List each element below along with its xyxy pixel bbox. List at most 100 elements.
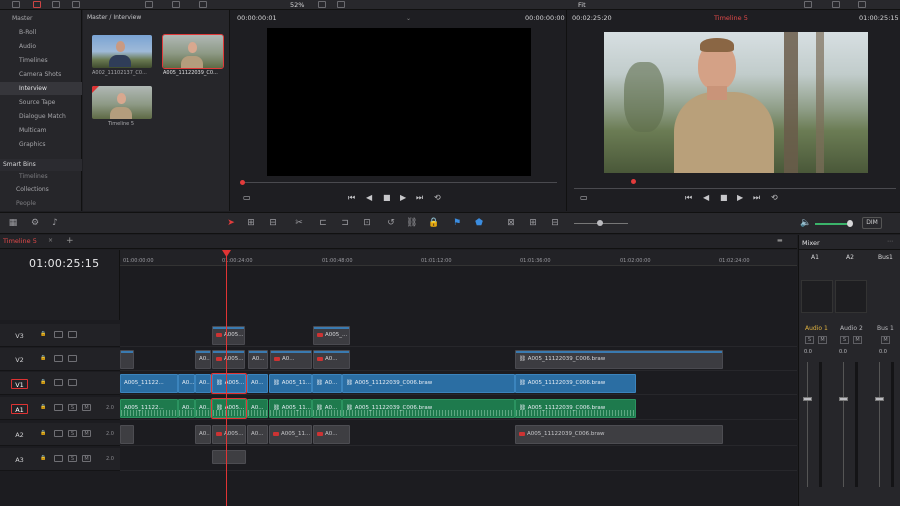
fader-knob[interactable]	[803, 397, 812, 401]
fit-dropdown[interactable]: Fit	[578, 1, 586, 9]
fast-forward-icon[interactable]: ⏭	[753, 193, 760, 203]
zoom-full-icon[interactable]: ⊠	[506, 218, 516, 228]
more-icon[interactable]: ▬	[777, 237, 783, 244]
source-scrubber[interactable]	[241, 182, 557, 183]
mute-button[interactable]: M	[818, 336, 827, 344]
visibility-icon[interactable]	[68, 379, 77, 386]
timeline-clip[interactable]: ⛓ A005_11122039_C006.braw	[515, 374, 636, 393]
source-frame[interactable]	[267, 28, 531, 176]
monitor-volume-slider[interactable]	[815, 223, 849, 225]
more-icon[interactable]	[858, 1, 866, 8]
audio-clip[interactable]: A0...	[313, 425, 350, 444]
visibility-icon[interactable]	[68, 355, 77, 362]
timeline-clip[interactable]: A0...	[270, 350, 312, 369]
bin-master[interactable]: Master	[0, 12, 82, 25]
mute-button[interactable]: M	[82, 430, 91, 437]
flag-icon[interactable]: ⚑	[452, 218, 462, 228]
lock-icon[interactable]: 🔒	[39, 430, 48, 437]
audio-clip[interactable]: A0...	[195, 399, 211, 418]
timeline-clip[interactable]: A005_11122...	[120, 374, 178, 393]
timeline-clip[interactable]: A0...	[195, 374, 211, 393]
lock-icon[interactable]: 🔒	[39, 379, 48, 386]
audio-clip[interactable]: ⛓ A005_11...	[269, 399, 312, 418]
link-icon[interactable]: ⛓	[406, 218, 417, 228]
fader-track[interactable]	[843, 362, 844, 487]
timeline-scrubber[interactable]	[574, 188, 896, 189]
timeline-clip[interactable]: ⛓ A0...	[312, 374, 342, 393]
timeline-clip[interactable]	[120, 350, 134, 369]
audio-icon[interactable]: ♪	[50, 218, 60, 228]
audio-clip[interactable]: ⛓ A005_11122039_C006.braw	[515, 399, 636, 418]
timeline-clip[interactable]: A0...	[248, 350, 268, 369]
stop-icon[interactable]: ■	[720, 193, 728, 202]
audio-clip[interactable]: A005_11122039_C006.braw	[515, 425, 723, 444]
dim-button[interactable]: DIM	[862, 217, 882, 229]
audio-clip[interactable]: A005_11...	[269, 425, 312, 444]
bin-item[interactable]: Timelines	[0, 54, 82, 67]
bin-item[interactable]: Graphics	[0, 138, 82, 151]
grid-view-icon[interactable]	[145, 1, 153, 8]
bin-item[interactable]: Multicam	[0, 124, 82, 137]
zoom-level[interactable]: 52%	[290, 1, 304, 9]
smart-bins-header[interactable]: Smart Bins	[0, 159, 82, 171]
rewind-icon[interactable]: ⏮	[348, 193, 355, 203]
media-clip-thumb-selected[interactable]	[162, 34, 224, 69]
auto-select-icon[interactable]	[54, 379, 63, 386]
media-clip-thumb[interactable]	[92, 35, 152, 68]
dropdown-icon[interactable]	[318, 1, 326, 8]
audio-clip[interactable]: A005_11122...	[120, 399, 178, 418]
mute-button[interactable]: M	[881, 336, 890, 344]
lock-icon[interactable]: 🔒	[428, 218, 439, 228]
solo-button[interactable]: S	[805, 336, 814, 344]
selection-tool-icon[interactable]: ➤	[226, 218, 236, 228]
timeline-clip[interactable]: A0...	[313, 350, 350, 369]
fader-track[interactable]	[879, 362, 880, 487]
mute-button[interactable]: M	[82, 404, 91, 411]
step-back-icon[interactable]: ◀	[703, 193, 709, 202]
timeline-ruler[interactable]: 01:00:00:00 01:00:24:00 01:00:48:00 01:0…	[120, 250, 797, 266]
dynamic-trim-icon[interactable]: ⊟	[268, 218, 278, 228]
timeline-clip[interactable]: A0...	[178, 374, 195, 393]
timeline-clip[interactable]: A005...	[212, 326, 245, 345]
timeline-clip[interactable]: A0...	[195, 350, 211, 369]
mute-button[interactable]: M	[82, 455, 91, 462]
timeline-scrub-playhead[interactable]	[631, 179, 636, 184]
add-tab-icon[interactable]: +	[66, 236, 74, 246]
close-icon[interactable]: ×	[48, 237, 53, 244]
audio-clip[interactable]	[212, 450, 246, 464]
track-name[interactable]: A3	[11, 455, 28, 465]
solo-button[interactable]: S	[840, 336, 849, 344]
zoom-slider-knob[interactable]	[597, 220, 603, 226]
replace-icon[interactable]: ⊡	[362, 218, 372, 228]
visibility-icon[interactable]	[68, 331, 77, 338]
solo-button[interactable]: S	[68, 455, 77, 462]
sort-icon[interactable]	[199, 1, 207, 8]
stop-icon[interactable]: ■	[383, 193, 391, 202]
audio-clip[interactable]: A0...	[247, 399, 268, 418]
fader-track[interactable]	[807, 362, 808, 487]
layout-icon[interactable]	[337, 1, 345, 8]
viewer-options-icon[interactable]: ▭	[580, 193, 588, 202]
solo-button[interactable]: S	[68, 404, 77, 411]
volume-knob[interactable]	[847, 220, 853, 227]
window-icon[interactable]	[832, 1, 840, 8]
mute-button[interactable]: M	[853, 336, 862, 344]
timeline-clip-selected[interactable]: ⛓ A005...	[211, 373, 247, 394]
fast-forward-icon[interactable]: ⏭	[416, 193, 423, 203]
window-icon[interactable]	[804, 1, 812, 8]
timeline-name[interactable]: Timeline 5	[714, 10, 748, 26]
timeline-view-icon[interactable]: ⚙	[30, 218, 40, 228]
viewer-options-icon[interactable]: ▭	[243, 193, 251, 202]
timeline-clip[interactable]: A005...	[212, 350, 245, 369]
smart-bin-item[interactable]: Timelines	[0, 170, 82, 183]
track-name[interactable]: V2	[11, 355, 28, 365]
panel-icon[interactable]	[12, 1, 20, 8]
play-icon[interactable]: ▶	[737, 193, 743, 202]
eq-graph[interactable]	[801, 280, 833, 313]
track-name[interactable]: A2	[11, 430, 28, 440]
lock-icon[interactable]: 🔒	[39, 331, 48, 338]
auto-select-icon[interactable]	[54, 430, 63, 437]
timeline-clip[interactable]: ⛓ A005_11122039_C006.braw	[342, 374, 515, 393]
source-playhead[interactable]	[240, 180, 245, 185]
zoom-custom-icon[interactable]: ⊟	[550, 218, 560, 228]
